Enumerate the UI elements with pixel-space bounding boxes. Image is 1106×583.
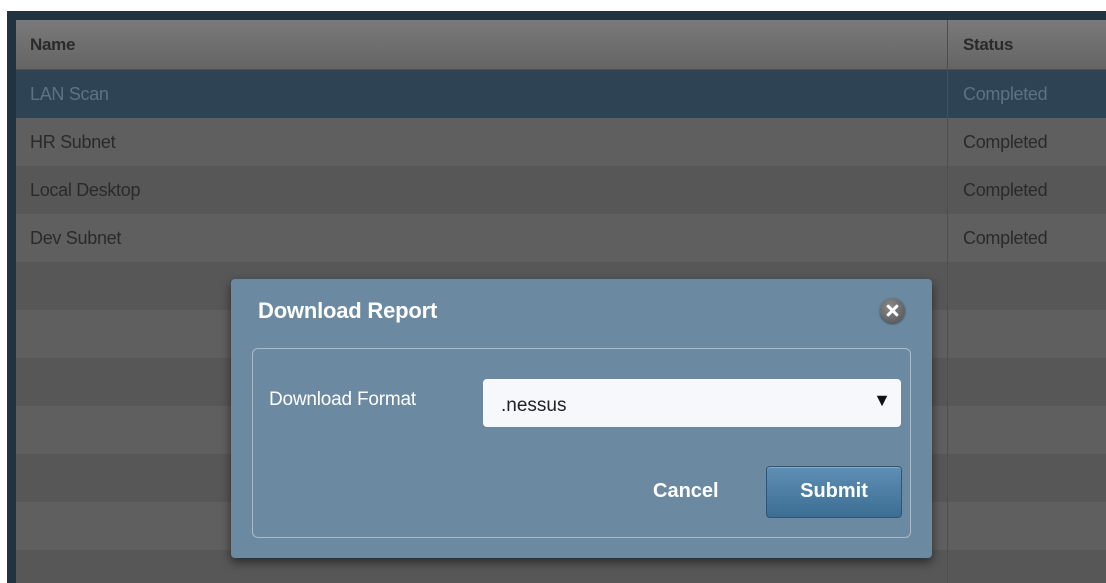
table-row[interactable]: Local Desktop Completed — [16, 166, 1106, 214]
scan-name: Local Desktop — [30, 180, 141, 200]
empty-cell — [947, 262, 1106, 310]
caret-down-icon: ▼ — [873, 390, 891, 410]
submit-button[interactable]: Submit — [766, 466, 902, 518]
empty-cell — [947, 406, 1106, 454]
download-format-select[interactable]: .nessus ▼ — [483, 379, 901, 427]
scan-status: Completed — [947, 166, 1106, 214]
cancel-button[interactable]: Cancel — [653, 480, 719, 503]
scan-status: Completed — [947, 118, 1106, 166]
dialog-body: Download Format .nessus ▼ Cancel Submit — [252, 348, 911, 538]
empty-cell — [947, 358, 1106, 406]
scan-name: HR Subnet — [30, 132, 116, 152]
download-report-dialog: Download Report Download Format .nessus … — [231, 279, 932, 558]
empty-cell — [947, 502, 1106, 550]
empty-cell — [947, 550, 1106, 583]
scan-status: Completed — [947, 214, 1106, 262]
download-format-label: Download Format — [269, 389, 416, 410]
empty-cell — [947, 454, 1106, 502]
empty-cell — [947, 310, 1106, 358]
download-format-value: .nessus — [501, 395, 567, 416]
dialog-title: Download Report — [258, 298, 438, 323]
table-row[interactable]: Dev Subnet Completed — [16, 214, 1106, 262]
table-row[interactable]: LAN Scan Completed — [16, 70, 1106, 118]
scan-name: Dev Subnet — [30, 228, 122, 248]
close-icon[interactable] — [880, 298, 905, 323]
scan-name: LAN Scan — [30, 84, 109, 104]
table-row[interactable]: HR Subnet Completed — [16, 118, 1106, 166]
column-header-name[interactable]: Name — [16, 20, 947, 69]
column-header-status[interactable]: Status — [947, 20, 1106, 69]
scan-status: Completed — [947, 70, 1106, 118]
table-header: Name Status — [16, 20, 1106, 70]
